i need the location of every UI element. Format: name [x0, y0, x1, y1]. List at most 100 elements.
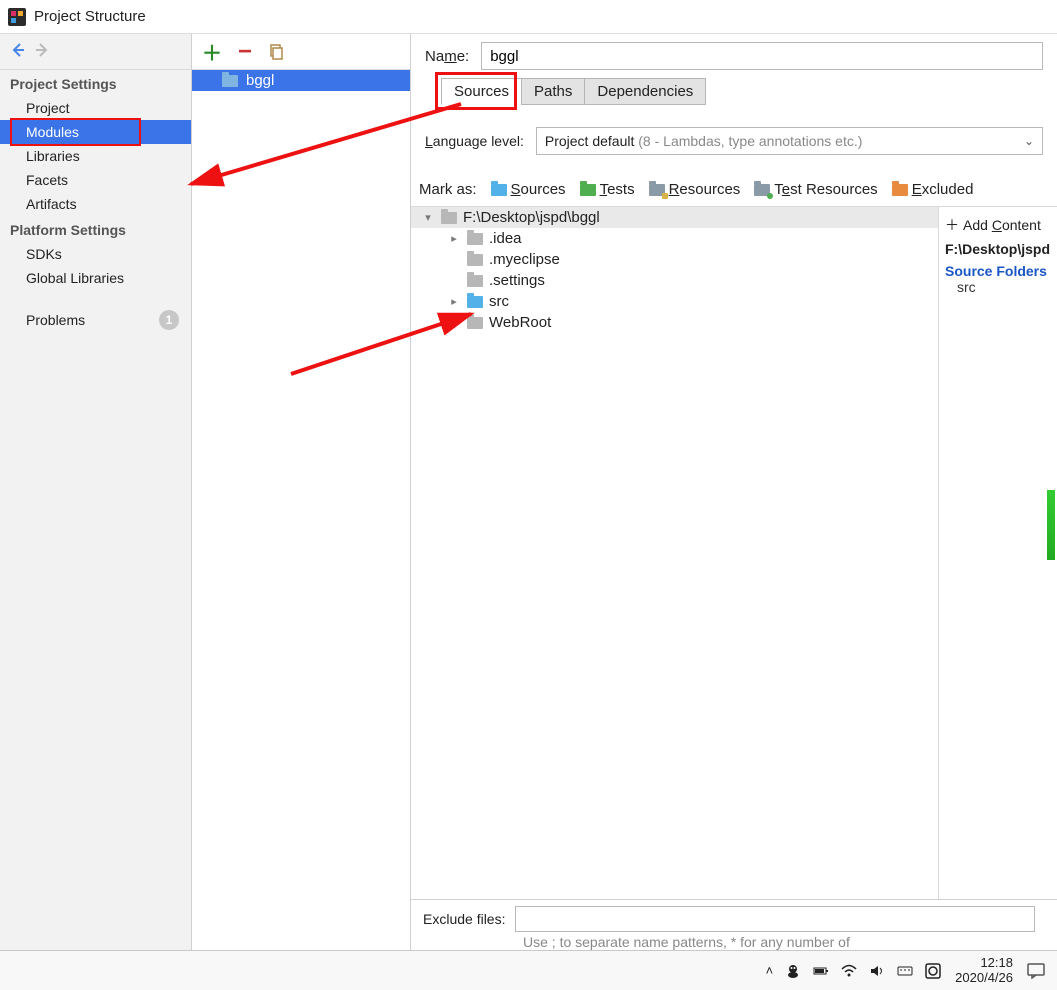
mark-as-label: Mark as: — [419, 181, 477, 198]
tab-sources[interactable]: Sources — [441, 78, 522, 105]
section-header-platform-settings: Platform Settings — [0, 216, 191, 242]
folder-icon — [467, 275, 483, 287]
wifi-icon[interactable] — [841, 963, 857, 979]
sidebar-nav — [0, 34, 191, 70]
content-root-path[interactable]: F:\Desktop\jspd — [945, 241, 1051, 257]
battery-icon[interactable] — [813, 963, 829, 979]
tab-dependencies[interactable]: Dependencies — [584, 78, 706, 105]
tree-item-label: .idea — [489, 230, 522, 247]
window-title: Project Structure — [34, 8, 146, 25]
tray-expand-icon[interactable]: ˄ — [766, 963, 774, 978]
add-module-icon[interactable]: ＋ — [202, 37, 222, 66]
tree-item-myeclipse[interactable]: .myeclipse — [411, 249, 938, 270]
language-level-label: Language level: — [425, 133, 524, 149]
time-text: 12:18 — [955, 956, 1013, 970]
mark-excluded-button[interactable]: Excluded — [892, 181, 974, 198]
forward-icon[interactable] — [34, 42, 50, 61]
main-panel: Name: Sources Paths Dependencies Languag… — [411, 34, 1057, 950]
chevron-right-icon[interactable]: ▸ — [447, 316, 461, 329]
mark-resources-button[interactable]: Resources — [649, 181, 741, 198]
source-folder-icon — [467, 296, 483, 308]
tests-folder-icon — [580, 184, 596, 196]
taskbar: ˄ 12:18 2020/4/26 — [0, 950, 1057, 990]
copy-module-icon[interactable] — [268, 44, 284, 60]
exclude-hint: Use ; to separate name patterns, * for a… — [423, 934, 1045, 950]
chevron-right-icon[interactable]: ▸ — [447, 295, 461, 308]
folder-tree[interactable]: ▾ F:\Desktop\jspd\bggl ▸ .idea .myeclips… — [411, 207, 939, 899]
test-resources-folder-icon — [754, 184, 770, 196]
name-row: Name: — [411, 34, 1057, 78]
volume-icon[interactable] — [869, 963, 885, 979]
exclude-files-row: Exclude files: Use ; to separate name pa… — [411, 899, 1057, 950]
chevron-down-icon[interactable]: ▾ — [421, 211, 435, 224]
title-bar: Project Structure — [0, 0, 1057, 34]
sidebar-item-project[interactable]: Project — [0, 96, 191, 120]
penguin-icon[interactable] — [785, 963, 801, 979]
module-list-toolbar: ＋ − — [192, 34, 410, 70]
tree-item-label: src — [489, 293, 509, 310]
folder-icon — [441, 212, 457, 224]
tree-root-row[interactable]: ▾ F:\Desktop\jspd\bggl — [411, 207, 938, 228]
module-item-bggl[interactable]: bggl — [192, 70, 410, 91]
chevron-right-icon[interactable]: ▸ — [447, 232, 461, 245]
tree-item-src[interactable]: ▸ src — [411, 291, 938, 312]
module-folder-icon — [222, 75, 238, 87]
module-tabs: Sources Paths Dependencies — [441, 78, 1057, 105]
scroll-indicator — [1047, 490, 1055, 560]
ime-icon[interactable] — [925, 963, 941, 979]
module-name-input[interactable] — [481, 42, 1043, 70]
sidebar-item-problems[interactable]: Problems 1 — [0, 306, 191, 334]
resources-folder-icon — [649, 184, 665, 196]
folder-icon — [467, 233, 483, 245]
content-split: ▾ F:\Desktop\jspd\bggl ▸ .idea .myeclips… — [411, 206, 1057, 899]
mark-test-resources-button[interactable]: Test Resources — [754, 181, 877, 198]
problems-count-badge: 1 — [159, 310, 179, 330]
back-icon[interactable] — [10, 42, 26, 61]
excluded-folder-icon — [892, 184, 908, 196]
date-text: 2020/4/26 — [955, 971, 1013, 985]
notifications-icon[interactable] — [1027, 963, 1045, 979]
language-level-row: Language level: Project default (8 - Lam… — [425, 127, 1043, 155]
system-tray: ˄ — [766, 963, 942, 979]
sources-folder-icon — [491, 184, 507, 196]
source-folder-item[interactable]: src — [945, 279, 1051, 295]
folder-icon — [467, 317, 483, 329]
name-label: Name: — [425, 48, 469, 65]
tree-root-label: F:\Desktop\jspd\bggl — [463, 209, 600, 226]
language-level-select[interactable]: Project default (8 - Lambdas, type annot… — [536, 127, 1043, 155]
folder-icon — [467, 254, 483, 266]
mark-tests-button[interactable]: Tests — [580, 181, 635, 198]
tree-item-settings[interactable]: .settings — [411, 270, 938, 291]
sidebar: Project Settings Project Modules Librari… — [0, 34, 192, 950]
keyboard-icon[interactable] — [897, 963, 913, 979]
content-roots-panel: ＋ Add Content F:\Desktop\jspd Source Fol… — [939, 207, 1057, 899]
tab-paths[interactable]: Paths — [521, 78, 585, 105]
language-level-value: Project default (8 - Lambdas, type annot… — [545, 133, 863, 149]
tree-item-label: .settings — [489, 272, 545, 289]
body: Project Settings Project Modules Librari… — [0, 34, 1057, 950]
sidebar-item-sdks[interactable]: SDKs — [0, 242, 191, 266]
mark-sources-button[interactable]: Sources — [491, 181, 566, 198]
tree-item-label: .myeclipse — [489, 251, 560, 268]
add-content-root-button[interactable]: ＋ Add Content — [945, 215, 1051, 235]
sidebar-item-artifacts[interactable]: Artifacts — [0, 192, 191, 216]
problems-label: Problems — [26, 312, 85, 328]
module-list-panel: ＋ − bggl — [192, 34, 411, 950]
sidebar-item-facets[interactable]: Facets — [0, 168, 191, 192]
tree-item-webroot[interactable]: ▸ WebRoot — [411, 312, 938, 333]
chevron-down-icon: ⌄ — [1024, 134, 1034, 148]
tree-item-idea[interactable]: ▸ .idea — [411, 228, 938, 249]
app-icon — [8, 8, 26, 26]
mark-as-row: Mark as: Sources Tests Resources Test Re… — [419, 181, 1043, 198]
plus-icon: ＋ — [945, 215, 959, 235]
clock[interactable]: 12:18 2020/4/26 — [955, 956, 1013, 985]
sidebar-item-modules[interactable]: Modules — [0, 120, 191, 144]
source-folders-header: Source Folders — [945, 263, 1051, 279]
exclude-files-label: Exclude files: — [423, 911, 505, 927]
section-header-project-settings: Project Settings — [0, 70, 191, 96]
tree-item-label: WebRoot — [489, 314, 551, 331]
exclude-files-input[interactable] — [515, 906, 1035, 932]
module-name: bggl — [246, 72, 274, 89]
sidebar-item-global-libraries[interactable]: Global Libraries — [0, 266, 191, 290]
sidebar-item-libraries[interactable]: Libraries — [0, 144, 191, 168]
